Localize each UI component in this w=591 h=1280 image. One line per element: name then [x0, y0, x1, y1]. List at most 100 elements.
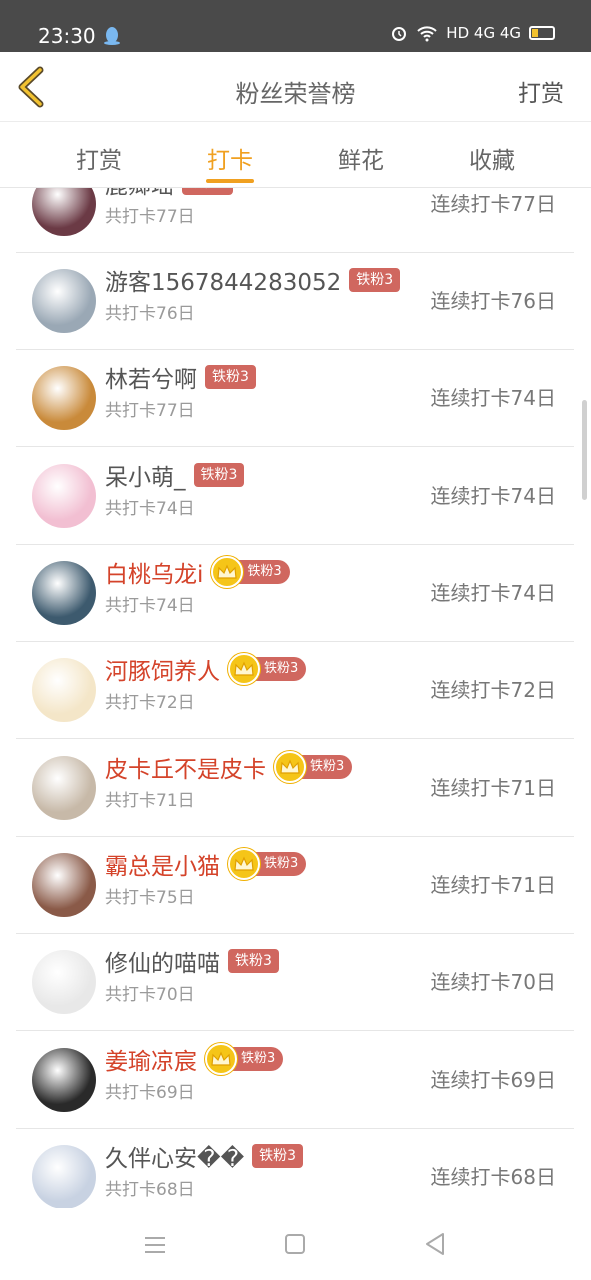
user-name[interactable]: 久伴心安��	[105, 1139, 244, 1173]
fan-badge: 铁粉3	[228, 848, 307, 880]
user-name-line: 鹿卿瑶 铁粉3	[105, 188, 233, 200]
total-checkin-count: 共打卡77日	[105, 401, 195, 421]
fan-badge: 铁粉3	[211, 556, 290, 588]
qq-icon	[104, 27, 120, 45]
list-item[interactable]: 久伴心安�� 铁粉3 共打卡68日 连续打卡68日	[16, 1129, 574, 1208]
list-item[interactable]: 鹿卿瑶 铁粉3 共打卡77日 连续打卡77日	[16, 188, 574, 253]
user-name-line: 姜瑜凉宸 铁粉3	[105, 1042, 284, 1076]
header: 粉丝荣誉榜 打赏	[0, 52, 591, 122]
home-icon[interactable]	[285, 1234, 305, 1254]
user-name-line: 林若兮啊 铁粉3	[105, 360, 256, 394]
total-checkin-count: 共打卡74日	[105, 596, 195, 616]
total-checkin-count: 共打卡75日	[105, 888, 195, 908]
crown-icon	[228, 848, 260, 880]
total-checkin-count: 共打卡70日	[105, 985, 195, 1005]
active-tab-indicator	[206, 179, 254, 183]
fan-badge: 铁粉3	[205, 365, 256, 389]
checkin-streak: 连续打卡77日	[430, 192, 556, 216]
user-name-line: 游客1567844283052 铁粉3	[105, 263, 401, 297]
user-name[interactable]: 林若兮啊	[105, 360, 197, 394]
checkin-streak: 连续打卡71日	[430, 873, 556, 897]
tab-favorites[interactable]: 收藏	[452, 141, 532, 175]
list-item[interactable]: 修仙的喵喵 铁粉3 共打卡70日 连续打卡70日	[16, 934, 574, 1031]
fan-badge: 铁粉3	[205, 1043, 284, 1075]
tab-flowers[interactable]: 鲜花	[321, 141, 401, 175]
scrollbar[interactable]	[582, 400, 587, 500]
fan-badge: 铁粉3	[182, 188, 233, 195]
network-label: HD 4G 4G	[446, 24, 521, 42]
wifi-icon	[417, 26, 437, 42]
checkin-streak: 连续打卡76日	[430, 289, 556, 313]
user-name-line: 霸总是小猫 铁粉3	[105, 847, 307, 881]
status-time: 23:30	[38, 24, 96, 48]
status-bar: 23:30 HD 4G 4G	[0, 0, 591, 52]
avatar[interactable]	[32, 1048, 96, 1112]
menu-icon[interactable]	[144, 1236, 166, 1254]
alarm-icon	[392, 27, 407, 41]
checkin-streak: 连续打卡69日	[430, 1068, 556, 1092]
total-checkin-count: 共打卡71日	[105, 791, 195, 811]
battery-icon	[529, 26, 555, 40]
list-item[interactable]: 霸总是小猫 铁粉3 共打卡75日 连续打卡71日	[16, 837, 574, 934]
user-name[interactable]: 白桃乌龙i	[105, 555, 203, 589]
fan-badge: 铁粉3	[252, 1144, 304, 1168]
total-checkin-count: 共打卡74日	[105, 499, 195, 519]
list-item[interactable]: 林若兮啊 铁粉3 共打卡77日 连续打卡74日	[16, 350, 574, 447]
checkin-streak: 连续打卡74日	[430, 484, 556, 508]
user-name[interactable]: 游客1567844283052	[105, 263, 341, 297]
list-item[interactable]: 皮卡丘不是皮卡 铁粉3 共打卡71日 连续打卡71日	[16, 740, 574, 837]
crown-icon	[228, 653, 260, 685]
list-item[interactable]: 呆小萌_ 铁粉3 共打卡74日 连续打卡74日	[16, 448, 574, 545]
avatar[interactable]	[32, 853, 96, 917]
list-item[interactable]: 白桃乌龙i 铁粉3 共打卡74日 连续打卡74日	[16, 545, 574, 642]
user-name-line: 河豚饲养人 铁粉3	[105, 652, 307, 686]
user-name[interactable]: 河豚饲养人	[105, 652, 220, 686]
user-name-line: 久伴心安�� 铁粉3	[105, 1139, 304, 1173]
list-item[interactable]: 游客1567844283052 铁粉3 共打卡76日 连续打卡76日	[16, 253, 574, 350]
total-checkin-count: 共打卡72日	[105, 693, 195, 713]
checkin-streak: 连续打卡68日	[430, 1165, 556, 1189]
total-checkin-count: 共打卡69日	[105, 1083, 195, 1103]
checkin-streak: 连续打卡72日	[430, 678, 556, 702]
fan-badge: 铁粉3	[228, 949, 279, 973]
user-name[interactable]: 姜瑜凉宸	[105, 1042, 197, 1076]
back-icon[interactable]	[424, 1232, 446, 1256]
user-name-line: 白桃乌龙i 铁粉3	[105, 555, 290, 589]
avatar[interactable]	[32, 269, 96, 333]
user-name-line: 呆小萌_ 铁粉3	[105, 458, 245, 492]
avatar[interactable]	[32, 464, 96, 528]
list-item[interactable]: 河豚饲养人 铁粉3 共打卡72日 连续打卡72日	[16, 642, 574, 739]
status-icons: HD 4G 4G	[390, 24, 555, 42]
tip-button[interactable]: 打赏	[518, 74, 564, 108]
checkin-streak: 连续打卡71日	[430, 776, 556, 800]
avatar[interactable]	[32, 950, 96, 1014]
fan-badge: 铁粉3	[193, 463, 245, 487]
fan-badge: 铁粉3	[349, 268, 401, 292]
avatar[interactable]	[32, 188, 96, 236]
total-checkin-count: 共打卡77日	[105, 207, 195, 227]
total-checkin-count: 共打卡76日	[105, 304, 195, 324]
avatar[interactable]	[32, 561, 96, 625]
avatar[interactable]	[32, 658, 96, 722]
checkin-streak: 连续打卡74日	[430, 386, 556, 410]
tab-checkin[interactable]: 打卡	[190, 141, 270, 175]
crown-icon	[205, 1043, 237, 1075]
user-name[interactable]: 霸总是小猫	[105, 847, 220, 881]
user-name-line: 修仙的喵喵 铁粉3	[105, 944, 279, 978]
user-name-line: 皮卡丘不是皮卡 铁粉3	[105, 750, 353, 784]
user-name[interactable]: 修仙的喵喵	[105, 944, 220, 978]
fan-badge: 铁粉3	[274, 751, 353, 783]
user-name[interactable]: 鹿卿瑶	[105, 188, 174, 200]
fan-list[interactable]: 鹿卿瑶铁粉3共打卡77日连续打卡77日游客1567844283052铁粉3共打卡…	[0, 188, 591, 1208]
avatar[interactable]	[32, 1145, 96, 1208]
tab-tip[interactable]: 打赏	[59, 141, 139, 175]
page-title: 粉丝荣誉榜	[235, 80, 356, 108]
avatar[interactable]	[32, 366, 96, 430]
user-name[interactable]: 呆小萌_	[105, 458, 186, 492]
user-name[interactable]: 皮卡丘不是皮卡	[105, 750, 266, 784]
system-nav-bar	[0, 1208, 591, 1280]
list-item[interactable]: 姜瑜凉宸 铁粉3 共打卡69日 连续打卡69日	[16, 1032, 574, 1129]
crown-icon	[274, 751, 306, 783]
total-checkin-count: 共打卡68日	[105, 1180, 195, 1200]
avatar[interactable]	[32, 756, 96, 820]
